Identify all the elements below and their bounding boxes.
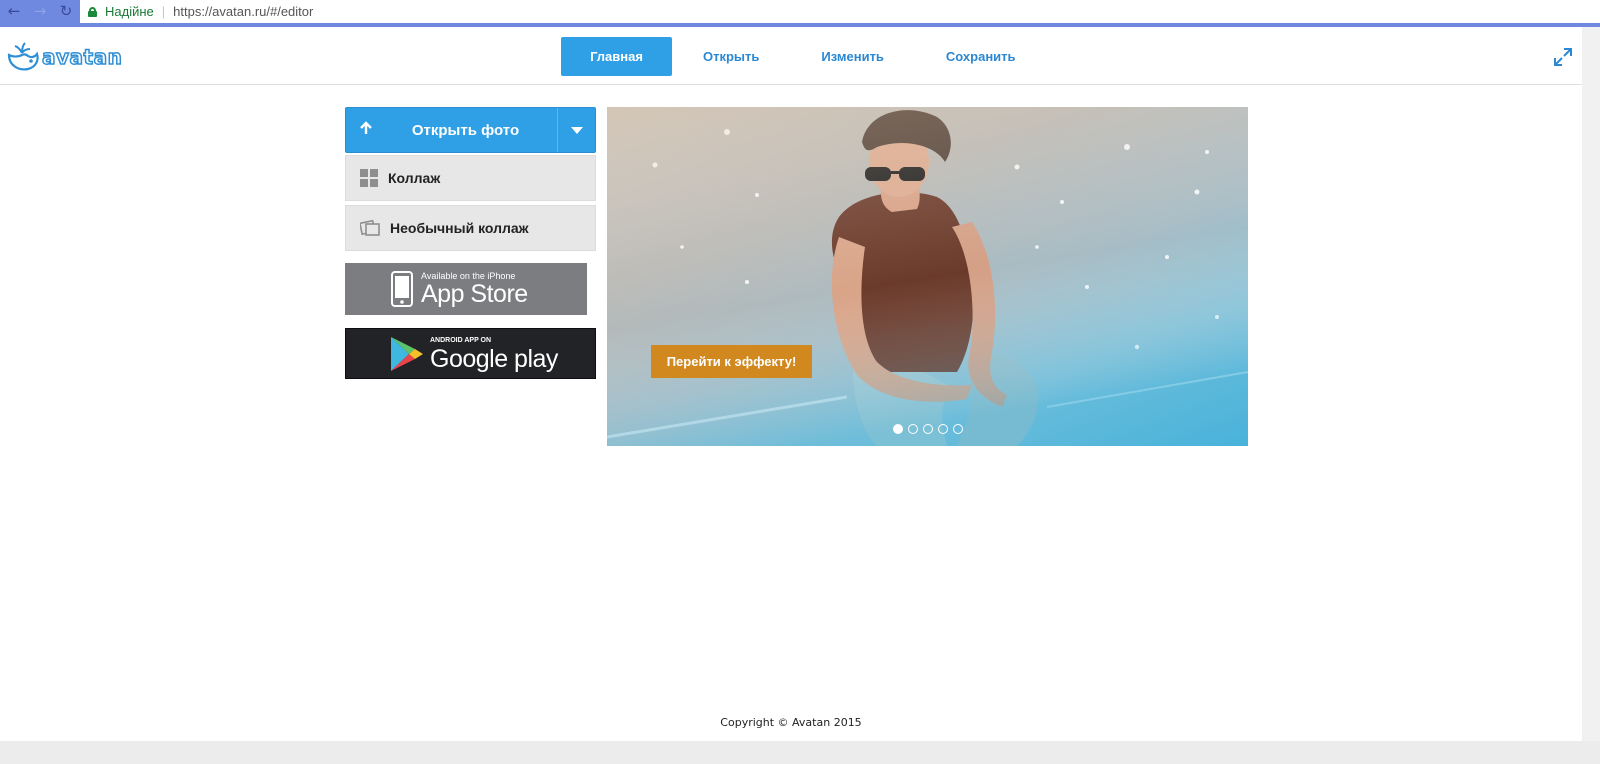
google-play-icon: [391, 336, 423, 371]
copyright: Copyright © Avatan 2015: [720, 716, 862, 729]
url-separator: |: [161, 4, 166, 19]
app-header: avatan Главная Открыть Изменить Сохранит…: [0, 27, 1582, 85]
slide-photo: [607, 107, 1248, 446]
open-photo-label: Открыть фото: [411, 121, 520, 139]
page-scrollbar[interactable]: [1582, 27, 1600, 741]
menu-item-edit[interactable]: Изменить: [790, 37, 915, 76]
menu-item-home[interactable]: Главная: [561, 37, 672, 76]
forward-arrow-icon[interactable]: →: [30, 0, 50, 23]
promo-slider[interactable]: Перейти к эффекту!: [607, 107, 1248, 446]
collage-button[interactable]: Коллаж: [345, 155, 596, 201]
grid-icon: [360, 169, 378, 187]
url-text[interactable]: https://avatan.ru/#/editor: [173, 4, 313, 19]
upload-arrow-icon: [346, 120, 386, 140]
chevron-down-icon: [570, 126, 583, 134]
logo-wordmark: avatan: [41, 44, 123, 70]
unusual-collage-button[interactable]: Необычный коллаж: [345, 205, 596, 251]
bottom-gray-strip: [0, 741, 1600, 764]
avatan-logo[interactable]: avatan: [6, 41, 123, 73]
secure-label: Надійне: [105, 4, 154, 19]
address-bar[interactable]: Надійне | https://avatan.ru/#/editor: [80, 0, 313, 23]
back-arrow-icon[interactable]: ←: [4, 0, 24, 23]
google-play-badge[interactable]: ANDROID APP ON Google play: [345, 328, 596, 379]
app-store-text: Available on the iPhone App Store: [421, 271, 528, 307]
reload-icon[interactable]: ↻: [56, 0, 76, 23]
menu-item-open[interactable]: Открыть: [672, 37, 790, 76]
whale-logo-icon: [7, 42, 39, 71]
open-photo-dropdown[interactable]: [558, 126, 595, 134]
slider-dots: [893, 424, 963, 434]
google-play-text: ANDROID APP ON Google play: [430, 336, 558, 372]
fullscreen-icon[interactable]: [1553, 47, 1573, 67]
slider-dot-3[interactable]: [923, 424, 933, 434]
unusual-collage-label: Необычный коллаж: [390, 220, 529, 236]
photo-stack-icon: [360, 219, 380, 236]
main-menu: Главная Открыть Изменить Сохранить: [561, 37, 1047, 76]
app-store-title: App Store: [421, 280, 528, 308]
browser-nav-controls: ← → ↻: [0, 0, 80, 23]
google-play-title: Google play: [430, 344, 558, 373]
go-to-effect-button[interactable]: Перейти к эффекту!: [651, 345, 812, 378]
lock-icon: [88, 6, 97, 17]
google-play-caption: ANDROID APP ON: [430, 336, 492, 344]
slider-dot-2[interactable]: [908, 424, 918, 434]
app-store-badge[interactable]: Available on the iPhone App Store: [345, 263, 587, 315]
iphone-icon: [391, 271, 413, 307]
slider-dot-5[interactable]: [953, 424, 963, 434]
viewport: ← → ↻ Надійне | https://avatan.ru/#/edit…: [0, 0, 1600, 764]
open-photo-button[interactable]: Открыть фото: [345, 107, 596, 153]
slider-dot-1[interactable]: [893, 424, 903, 434]
slider-dot-4[interactable]: [938, 424, 948, 434]
menu-item-save[interactable]: Сохранить: [915, 37, 1047, 76]
collage-label: Коллаж: [388, 170, 441, 186]
browser-toolbar: ← → ↻ Надійне | https://avatan.ru/#/edit…: [0, 0, 1600, 23]
